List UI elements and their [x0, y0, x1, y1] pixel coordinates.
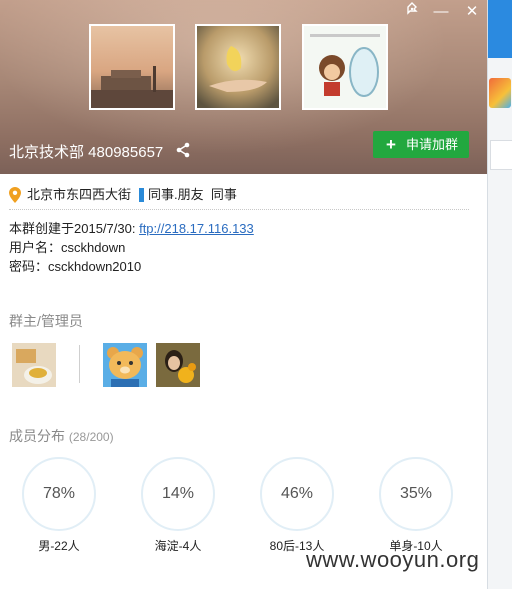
ftp-link[interactable]: ftp://218.17.116.133 [139, 221, 254, 236]
admins-title: 群主/管理员 [9, 313, 83, 329]
plus-icon: + [386, 135, 396, 154]
group-name: 北京技术部 480985657 [9, 144, 164, 161]
admin-divider [79, 345, 80, 383]
password-text: 密码：csckhdown2010 [9, 259, 142, 274]
group-tags: 同事.朋友 同事 [148, 187, 237, 202]
pin-icon[interactable] [401, 2, 423, 22]
stat-circle-district: 14% [141, 457, 215, 531]
avatar-bear[interactable] [103, 343, 147, 387]
join-group-label: 申请加群 [406, 137, 459, 152]
stat-label-gender: 男-22人 [38, 539, 80, 553]
divider [9, 209, 469, 210]
group-description-line1: 本群创建于2015/7/30: ftp://218.17.116.133 [9, 218, 254, 237]
background-window-titlebar [488, 0, 512, 58]
photo-building[interactable] [89, 24, 175, 110]
close-icon[interactable]: ✕ [461, 2, 483, 22]
stat-circle-age: 46% [260, 457, 334, 531]
username-text: 用户名：csckhdown [9, 240, 126, 255]
minimize-icon[interactable]: — [430, 2, 452, 22]
avatar-woman-flowers[interactable] [156, 343, 200, 387]
watermark: www.wooyun.org [306, 547, 480, 572]
background-window [487, 0, 512, 589]
photo-leaf-hand[interactable] [195, 24, 281, 110]
avatar-breakfast[interactable] [12, 343, 56, 387]
stat-circle-single: 35% [379, 457, 453, 531]
background-window-tab [490, 140, 512, 170]
share-icon[interactable] [175, 142, 191, 163]
join-group-button[interactable]: + 申请加群 [373, 131, 469, 158]
location-pin-icon [9, 187, 21, 208]
stat-label-district: 海淀-4人 [154, 539, 202, 553]
member-count: (28/200) [68, 430, 114, 444]
members-title: 成员分布 (28/200) [9, 426, 114, 446]
background-app-icon [489, 78, 511, 108]
group-profile-card: — ✕ 北京技术部 480985657 + 申请加群 北京市东四西大街 同事.朋… [0, 0, 487, 589]
group-location: 北京市东四西大街 [27, 187, 132, 202]
tag-marker [139, 188, 144, 202]
group-header: — ✕ 北京技术部 480985657 + 申请加群 [0, 0, 487, 174]
created-text: 本群创建于2015/7/30: [9, 221, 136, 236]
members-title-text: 成员分布 [9, 428, 65, 444]
photo-cartoon-mirror[interactable] [302, 24, 388, 110]
stat-circle-gender: 78% [22, 457, 96, 531]
